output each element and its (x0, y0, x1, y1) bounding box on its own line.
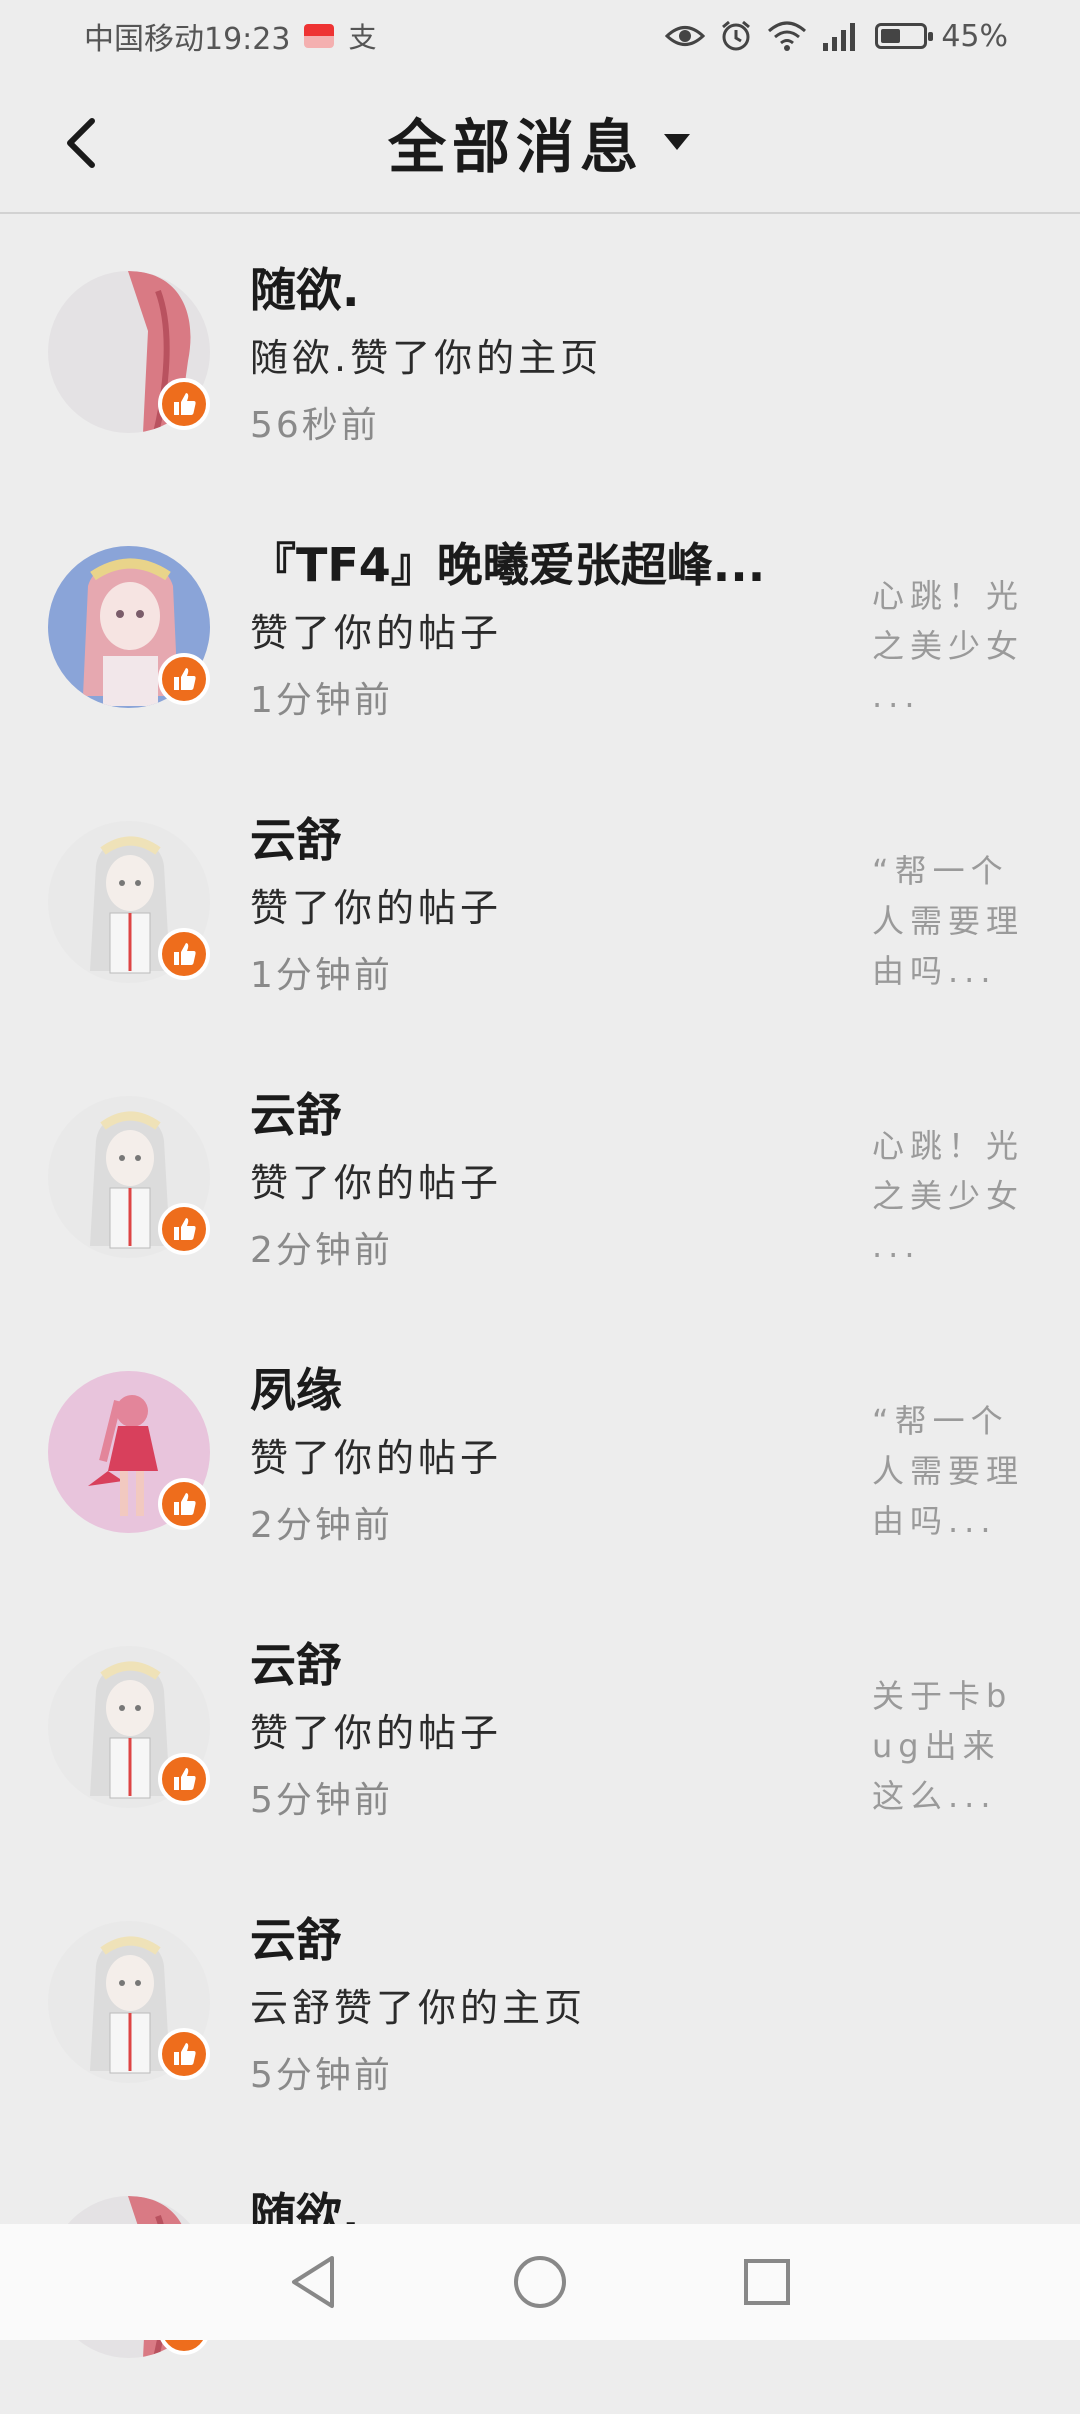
message-item[interactable]: 『TF4』晚曦爱张超峰... 赞了你的帖子 1分钟前 心跳！光之美少女 ... (0, 489, 1080, 764)
status-bar: 中国移动19:23 支 45% (0, 0, 1080, 72)
header: 全部消息 (0, 72, 1080, 214)
thumbs-up-icon (158, 2028, 210, 2080)
chevron-left-icon (67, 118, 95, 168)
alarm-icon (722, 20, 751, 51)
message-texts: 云舒云舒赞了你的主页 5分钟前 (250, 1906, 830, 2110)
message-time: 5分钟前 (250, 2055, 393, 2096)
post-preview[interactable]: “帮一个人需要理由吗... (872, 1396, 1032, 1546)
message-action: 赞了你的帖子 (250, 1436, 503, 1480)
message-item[interactable]: 夙缘赞了你的帖子 2分钟前 “帮一个人需要理由吗... (0, 1314, 1080, 1589)
back-button[interactable] (48, 108, 112, 178)
sender-name[interactable]: 随欲. (250, 256, 820, 324)
message-action: 赞了你的帖子 (250, 611, 503, 655)
eye-icon (665, 26, 706, 46)
alipay-icon: 支 (348, 21, 377, 54)
message-texts: 云舒赞了你的帖子 2分钟前 (250, 1081, 830, 1285)
message-texts: 云舒赞了你的帖子 5分钟前 (250, 1631, 830, 1835)
nav-back-icon (292, 2256, 335, 2308)
message-texts: 『TF4』晚曦爱张超峰... 赞了你的帖子 1分钟前 (250, 531, 830, 735)
message-action: 赞了你的帖子 (250, 1711, 503, 1755)
message-item[interactable]: 云舒赞了你的帖子 1分钟前 “帮一个人需要理由吗... (0, 764, 1080, 1039)
thumbs-up-icon (158, 378, 210, 430)
message-item[interactable]: 随欲. 随欲.赞了你的主页 56秒前 (0, 214, 1080, 489)
wifi-icon (768, 21, 807, 51)
message-action: 赞了你的帖子 (250, 886, 503, 930)
thumbs-up-icon (158, 1203, 210, 1255)
page-title: 全部消息 (387, 113, 644, 181)
thumbs-up-icon (158, 653, 210, 705)
message-item[interactable]: 云舒赞了你的帖子 2分钟前 心跳！光之美少女 ... (0, 1039, 1080, 1314)
message-action: 云舒赞了你的主页 (250, 1986, 587, 2030)
carrier-time: 中国移动19:23 (84, 22, 291, 57)
sender-name[interactable]: 夙缘 (250, 1356, 820, 1424)
message-item[interactable]: 云舒云舒赞了你的主页 5分钟前 (0, 1864, 1080, 2139)
sender-name[interactable]: 『TF4』晚曦爱张超峰... (250, 531, 820, 599)
sender-name[interactable]: 云舒 (250, 1906, 820, 1974)
battery-icon (875, 23, 934, 49)
message-time: 2分钟前 (250, 1505, 393, 1546)
post-preview[interactable]: 心跳！光之美少女 ... (872, 1121, 1032, 1271)
battery-percent: 45% (941, 18, 1008, 54)
nav-back-button[interactable] (278, 2247, 348, 2317)
message-time: 1分钟前 (250, 955, 393, 996)
post-preview[interactable]: “帮一个人需要理由吗... (872, 846, 1032, 996)
message-texts: 云舒赞了你的帖子 1分钟前 (250, 806, 830, 1010)
thumbs-up-icon (158, 928, 210, 980)
system-nav-bar (0, 2224, 1080, 2340)
sender-name[interactable]: 云舒 (250, 1081, 820, 1149)
post-preview[interactable]: 心跳！光之美少女 ... (872, 571, 1032, 721)
sender-name[interactable]: 云舒 (250, 1631, 820, 1699)
message-item[interactable]: 云舒赞了你的帖子 5分钟前 关于卡bug出来这么... (0, 1589, 1080, 1864)
status-right: 45% (665, 19, 1008, 54)
post-preview[interactable]: 关于卡bug出来这么... (872, 1671, 1032, 1821)
signal-icon (823, 23, 856, 51)
message-time: 2分钟前 (250, 1230, 393, 1271)
message-time: 1分钟前 (250, 680, 393, 721)
message-action: 随欲.赞了你的主页 (250, 336, 603, 380)
message-time: 5分钟前 (250, 1780, 393, 1821)
title-dropdown[interactable]: 全部消息 (388, 100, 692, 184)
thumbs-up-icon (158, 1478, 210, 1530)
message-time: 56秒前 (250, 405, 380, 446)
message-action: 赞了你的帖子 (250, 1161, 503, 1205)
nav-home-button[interactable] (505, 2247, 575, 2317)
sender-name[interactable]: 云舒 (250, 806, 820, 874)
nav-recents-icon (743, 2259, 790, 2305)
message-texts: 夙缘赞了你的帖子 2分钟前 (250, 1356, 830, 1560)
notification-icon (304, 24, 335, 48)
message-list: 随欲. 随欲.赞了你的主页 56秒前『TF4』晚曦爱张超峰... 赞了你的帖子 1分钟前… (0, 214, 1080, 2414)
nav-home-icon (513, 2256, 566, 2308)
message-texts: 随欲. 随欲.赞了你的主页 56秒前 (250, 256, 830, 460)
nav-recents-button[interactable] (732, 2247, 802, 2317)
thumbs-up-icon (158, 1753, 210, 1805)
status-left: 中国移动19:23 支 (84, 14, 376, 58)
caret-down-icon (664, 134, 690, 150)
